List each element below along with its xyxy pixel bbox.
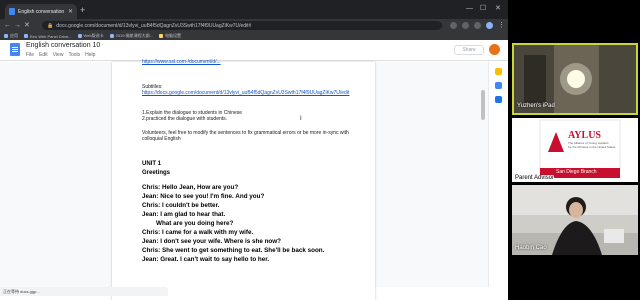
bookmark-label: 电脑设置 (165, 33, 182, 38)
bookmark-label: 应用 (10, 33, 18, 38)
logo-text: AYLUS (568, 130, 601, 141)
forward-icon[interactable]: → (14, 21, 21, 30)
docs-side-panel (488, 62, 508, 287)
dialogue-line: Chris: Hello Jean, How are you? (142, 184, 239, 191)
video-tile-haobin[interactable]: Haobin Cao (512, 185, 638, 255)
dialogue-line: Chris: She went to get something to eat.… (142, 247, 325, 254)
logo-caption: The Alliance of Young Leaders for the Ch… (568, 141, 616, 149)
browser-window: English conversation 10 - Go... ✕ + — ☐ … (0, 0, 508, 300)
lock-icon: 🔒 (47, 22, 54, 29)
close-tab-icon[interactable]: ✕ (68, 8, 73, 15)
calendar-icon[interactable] (495, 96, 502, 103)
bookmark-icon (24, 34, 28, 38)
video-tile-parent-advisor[interactable]: AYLUS The Alliance of Young Leaders for … (512, 118, 638, 182)
apps-icon (4, 34, 8, 38)
tab-english-conversation[interactable]: English conversation 10 - Go... ✕ (5, 4, 77, 19)
browser-toolbar: ← → ✕ 🔒 docs.google.com/document/d/13vly… (0, 19, 508, 32)
tasks-icon[interactable] (495, 82, 502, 89)
text-cursor: I (300, 116, 302, 122)
bookmark-item[interactable]: 应用 (4, 33, 18, 39)
google-docs-logo-icon[interactable] (10, 43, 20, 56)
menu-file[interactable]: File (26, 52, 34, 58)
unit-heading: UNIT 1 (142, 161, 162, 167)
document-scrollbar[interactable] (481, 90, 485, 120)
menu-tools[interactable]: Tools (68, 52, 80, 58)
new-tab-button[interactable]: + (80, 6, 85, 15)
bookmark-label: 2019 佛航课程大纲... (115, 33, 154, 38)
menu-edit[interactable]: Edit (39, 52, 48, 58)
instruction-line: 2.practiced the dialogue with students. (142, 116, 228, 122)
account-avatar[interactable] (489, 44, 500, 55)
dialogue-line: Jean: I am glad to hear that. (142, 211, 226, 218)
url-text: docs.google.com/document/d/13vlyvi_uuB4f… (56, 22, 252, 29)
volunteer-note: colloquial English (142, 136, 181, 142)
bookmark-item[interactable]: 2019 佛航课程大纲... (109, 33, 154, 39)
bookmark-star-icon[interactable] (450, 22, 457, 29)
close-window-icon[interactable]: ✕ (495, 5, 501, 13)
docs-menu-bar: File Edit View Tools Help (26, 52, 95, 58)
minimize-icon[interactable]: — (466, 5, 473, 13)
bookmark-label: Web版选卡 (83, 33, 104, 38)
bookmark-item[interactable]: Web版选卡 (77, 33, 104, 39)
document-page[interactable]: https://www.ssl.com-/document/d/... Subt… (112, 59, 375, 300)
bookmark-item[interactable]: Eeo Web Panel Drive... (24, 34, 72, 39)
bookmark-icon (77, 34, 82, 38)
keep-icon[interactable] (495, 68, 502, 75)
video-tile-yuzhen[interactable]: Yuzhen's iPad (512, 43, 638, 115)
profile-avatar-icon[interactable] (486, 22, 493, 29)
dialogue-line: Jean: I don't see your wife. Where is sh… (142, 238, 282, 245)
bookmarks-bar: 应用 Eeo Web Panel Drive... Web版选卡 2019 佛航… (0, 32, 508, 40)
menu-help[interactable]: Help (85, 52, 95, 58)
address-bar[interactable]: 🔒 docs.google.com/document/d/13vlyvi_uuB… (42, 21, 442, 30)
participant-name: Yuzhen's iPad (517, 103, 555, 109)
document-title[interactable]: English conversation 10 (26, 42, 100, 49)
status-text: 正在等待 docs.ggp... (3, 288, 40, 294)
dialogue-line: Jean: Nice to see you! I'm fine. And you… (142, 193, 265, 200)
docs-favicon-icon (9, 8, 15, 15)
extension-icon[interactable] (474, 22, 481, 29)
bookmark-icon (109, 34, 114, 38)
browser-status-bar: 正在等待 docs.ggp... (0, 287, 168, 296)
subtitles-link[interactable]: https://docs.google.com/document/d/13vly… (142, 90, 349, 96)
unit-subheading: Greetings (142, 170, 171, 176)
folder-icon (159, 34, 164, 38)
share-button[interactable]: Share (454, 45, 484, 55)
dialogue-line: Chris: I couldn't be better. (142, 202, 220, 209)
back-icon[interactable]: ← (4, 21, 11, 30)
dialogue-line: Chris: I came for a walk with my wife. (142, 229, 254, 236)
maximize-icon[interactable]: ☐ (480, 5, 486, 13)
docs-header: English conversation 10 File Edit View T… (0, 40, 508, 61)
dialogue-line: What are you doing here? (142, 220, 234, 227)
tab-strip: English conversation 10 - Go... ✕ + — ☐ … (0, 0, 508, 19)
menu-kebab-icon[interactable]: ⋮ (498, 21, 505, 30)
dialogue-line: Jean: Great. I can't wait to say hello t… (142, 256, 270, 263)
extension-icon[interactable] (462, 22, 469, 29)
bookmark-label: Eeo Web Panel Drive... (30, 33, 72, 39)
participant-name: Parent Advisor (515, 175, 555, 181)
bookmark-item[interactable]: 电脑设置 (159, 33, 181, 39)
branch-label: San Diego Branch (556, 169, 597, 175)
menu-view[interactable]: View (53, 52, 64, 58)
tab-title: English conversation 10 - Go... (18, 8, 65, 15)
stop-icon[interactable]: ✕ (24, 21, 30, 30)
top-link[interactable]: https://www.ssl.com-/document/d/... (142, 59, 221, 65)
participant-name: Haobin Cao (515, 245, 547, 251)
